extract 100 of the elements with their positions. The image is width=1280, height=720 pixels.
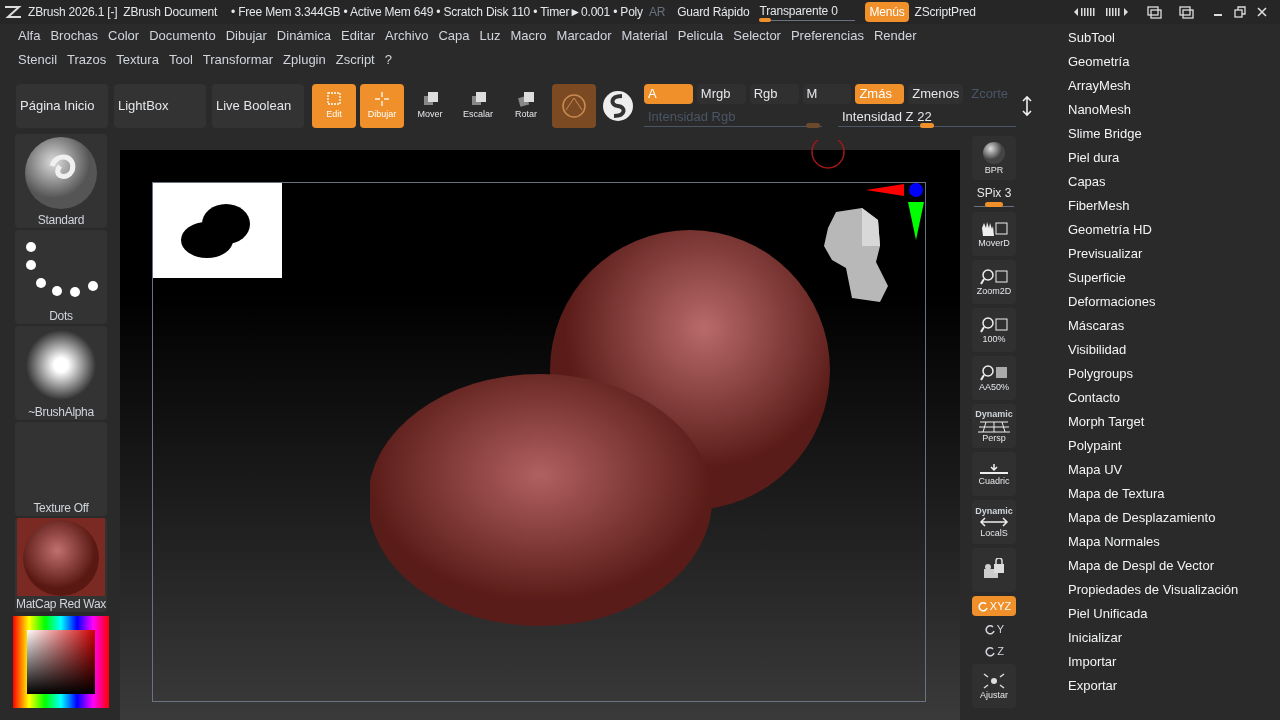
lock-button[interactable] — [972, 548, 1016, 592]
z-mode-button[interactable]: Zmenos — [908, 84, 964, 104]
nav-button[interactable]: LightBox — [114, 84, 206, 128]
menu-item[interactable]: Transformar — [198, 50, 278, 70]
palette-menu-item[interactable]: Propiedades de Visualización — [1068, 578, 1280, 602]
menu-item[interactable]: Capa — [434, 26, 474, 46]
spix-slider[interactable] — [974, 202, 1014, 208]
palette-menu-item[interactable]: FiberMesh — [1068, 194, 1280, 218]
menu-item[interactable]: Color — [104, 26, 144, 46]
menu-item[interactable]: Luz — [475, 26, 505, 46]
move-button[interactable]: MoverD — [972, 212, 1016, 256]
palette-menu-item[interactable]: Deformaciones — [1068, 290, 1280, 314]
palette-menu-item[interactable]: Slime Bridge — [1068, 122, 1280, 146]
color-picker[interactable] — [13, 616, 109, 708]
menu-item[interactable]: Render — [869, 26, 921, 46]
palette-menu-item[interactable]: Mapa de Desplazamiento — [1068, 506, 1280, 530]
menu-item[interactable]: Archivo — [381, 26, 433, 46]
aa-button[interactable]: AA50% — [972, 356, 1016, 400]
bpr-button[interactable]: BPR — [972, 136, 1016, 180]
s-circle-icon[interactable] — [600, 88, 636, 124]
menu-item[interactable]: Tool — [164, 50, 197, 70]
palette-menu-item[interactable]: Capas — [1068, 170, 1280, 194]
palette-menu-item[interactable]: Previsualizar — [1068, 242, 1280, 266]
palette-menu-item[interactable]: Morph Target — [1068, 410, 1280, 434]
nav-button[interactable]: Página Inicio — [16, 84, 108, 128]
menu-item[interactable]: Brochas — [46, 26, 103, 46]
menu-item[interactable]: Selector — [729, 26, 785, 46]
persp-button[interactable]: Dynamic Persp — [972, 404, 1016, 448]
tool-button[interactable]: Mover — [408, 84, 452, 128]
actual-button[interactable]: 100% — [972, 308, 1016, 352]
menu-item[interactable]: ? — [380, 50, 396, 70]
quick-save-button[interactable]: Guard Rápido — [677, 3, 750, 21]
palette-menu-item[interactable]: Geometría HD — [1068, 218, 1280, 242]
rgb-mode-button[interactable]: Rgb — [749, 84, 799, 104]
rgb-mode-button[interactable]: Mrgb — [696, 84, 746, 104]
thumbnail-label: Texture Off — [33, 500, 89, 516]
menu-item[interactable]: Editar — [337, 26, 379, 46]
local-button[interactable]: Dynamic LocalS — [972, 500, 1016, 544]
palette-menu-item[interactable]: Contacto — [1068, 386, 1280, 410]
menu-item[interactable]: Preferencias — [786, 26, 868, 46]
zoom-button[interactable]: Zoom2D — [972, 260, 1016, 304]
thumbnail-label: Standard — [37, 212, 85, 228]
palette-menu-item[interactable]: Geometría — [1068, 50, 1280, 74]
rotation-axis-button[interactable]: Z — [972, 642, 1016, 660]
nav-button[interactable]: Live Boolean — [212, 84, 304, 128]
intensity-slider[interactable]: Intensidad Z 22 — [838, 106, 1016, 128]
menu-item[interactable]: Material — [617, 26, 672, 46]
frame-icon — [982, 672, 1006, 690]
menu-item[interactable]: Zscript — [331, 50, 379, 70]
close-icon[interactable] — [1256, 6, 1268, 18]
palette-menu-item[interactable]: Visibilidad — [1068, 338, 1280, 362]
palette-menu-item[interactable]: Superficie — [1068, 266, 1280, 290]
logo-icon — [4, 5, 22, 19]
palette-menu-item[interactable]: Mapa UV — [1068, 458, 1280, 482]
transparency-slider[interactable]: Transparente 0 — [759, 2, 856, 22]
app-title: ZBrush 2026.1 [-] — [28, 4, 118, 21]
menu-item[interactable]: Dibujar — [221, 26, 271, 46]
palette-menu-item[interactable]: SubTool — [1068, 26, 1280, 50]
palette-menu-item[interactable]: Mapa Normales — [1068, 530, 1280, 554]
restore-icon[interactable] — [1234, 6, 1246, 18]
shelf-thumbnail[interactable]: Texture Off — [15, 422, 107, 516]
thumbnail-label: MatCap Red Wax — [15, 596, 107, 612]
magnifier-icon — [979, 364, 1009, 382]
palette-menu-item[interactable]: Importar — [1068, 650, 1280, 674]
palette-menu-item[interactable]: NanoMesh — [1068, 98, 1280, 122]
palette-menu-item[interactable]: Polypaint — [1068, 434, 1280, 458]
rotation-axis-button[interactable]: Y — [972, 620, 1016, 638]
frame-button[interactable]: Ajustar — [972, 664, 1016, 708]
menu-item[interactable]: Textura — [112, 50, 163, 70]
menu-item[interactable]: Macro — [506, 26, 551, 46]
menu-item[interactable]: Stencil — [14, 50, 62, 70]
memory-stats: • Free Mem 3.344GB • Active Mem 649 • Scratch Disk 110 • Timer►0.001 • Poly — [231, 4, 643, 21]
menu-item[interactable]: Trazos — [63, 50, 111, 70]
shelf-thumbnail[interactable]: ~BrushAlpha — [15, 326, 107, 420]
menu-item[interactable]: Zplugin — [279, 50, 330, 70]
menu-item[interactable]: Dinámica — [272, 26, 336, 46]
resize-icon[interactable] — [1022, 95, 1032, 117]
shelf-thumbnail[interactable]: Standard — [15, 134, 107, 228]
palette-menu-item[interactable]: Piel dura — [1068, 146, 1280, 170]
shelf-thumbnail[interactable]: MatCap Red Wax — [15, 518, 107, 612]
palette-menu-item[interactable]: Exportar — [1068, 674, 1280, 698]
palette-menu-item[interactable]: Polygroups — [1068, 362, 1280, 386]
palette-menu-item[interactable]: Inicializar — [1068, 626, 1280, 650]
crosshair-icon — [373, 90, 391, 109]
tool-button[interactable]: Rotar — [504, 84, 548, 128]
floor-button[interactable]: Cuadric — [972, 452, 1016, 496]
zscript-button[interactable]: ZScriptPred — [914, 3, 976, 21]
shelf-thumbnail[interactable]: Dots — [15, 230, 107, 324]
menu-item[interactable]: Pelicula — [673, 26, 728, 46]
menu-item[interactable]: Marcador — [552, 26, 616, 46]
menu-item[interactable]: Alfa — [14, 26, 45, 46]
rgb-mode-button[interactable]: M — [802, 84, 852, 104]
thumbnail-label: Dots — [49, 308, 73, 324]
palette-menu-item[interactable]: Máscaras — [1068, 314, 1280, 338]
tool-button[interactable]: Escalar — [456, 84, 500, 128]
menu-item[interactable]: Documento — [145, 26, 220, 46]
palette-menu-item[interactable]: Piel Unificada — [1068, 602, 1280, 626]
palette-menu-item[interactable]: Mapa de Despl de Vector — [1068, 554, 1280, 578]
palette-menu-item[interactable]: Mapa de Textura — [1068, 482, 1280, 506]
palette-menu-item[interactable]: ArrayMesh — [1068, 74, 1280, 98]
